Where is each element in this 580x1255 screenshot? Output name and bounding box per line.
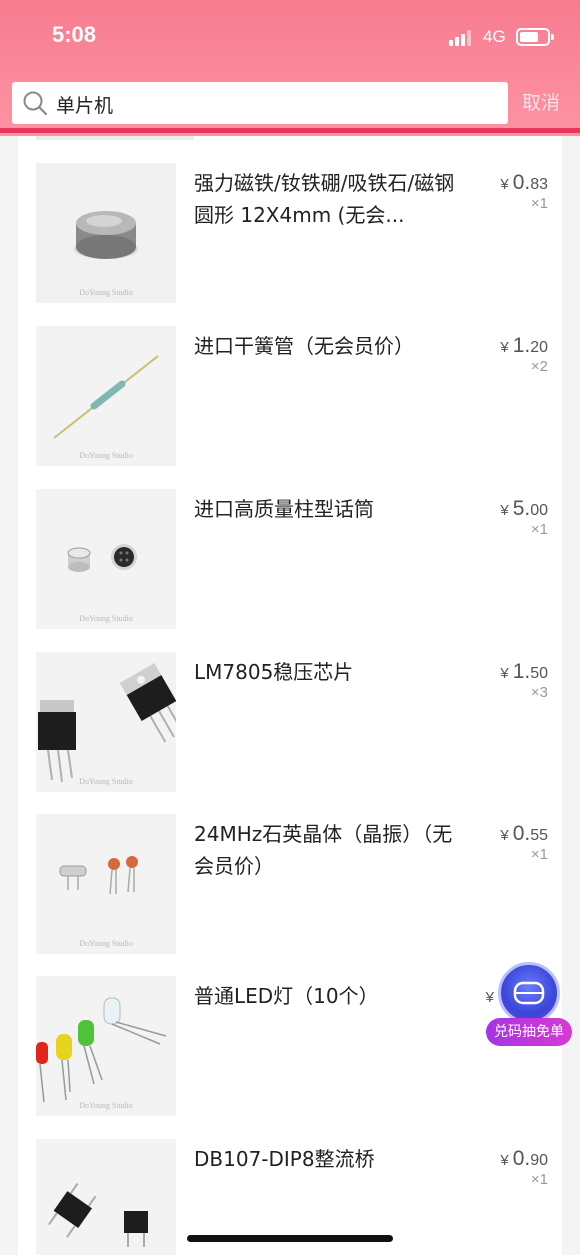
search-query: 单片机: [56, 95, 114, 117]
status-time: 5:08: [52, 22, 97, 47]
app-header: 5:08 4G 单片机 取消: [0, 0, 580, 136]
product-image-microphone: DoYoung Studio: [36, 489, 176, 629]
list-item[interactable]: DoYoung Studio 普通LED灯（10个） ¥: [18, 976, 562, 1116]
list-item[interactable]: DoYoung Studio LM7805稳压芯片 ¥1.50 ×3: [18, 652, 562, 792]
watermark: DoYoung Studio: [79, 939, 133, 948]
product-image-regulator: DoYoung Studio: [36, 652, 176, 792]
header-divider: [0, 128, 580, 133]
cancel-button[interactable]: 取消: [522, 88, 560, 115]
product-qty: ×1: [530, 1171, 548, 1188]
watermark: DoYoung Studio: [79, 614, 133, 623]
list-item[interactable]: DoYoung Studio 24MHz石英晶体（晶振）（无会员价） ¥0.55…: [18, 814, 562, 954]
product-title: 强力磁铁/钕铁硼/吸铁石/磁钢 圆形 12X4mm (无会...: [194, 171, 455, 227]
watermark: DoYoung Studio: [79, 1101, 133, 1110]
list-item[interactable]: DoYoung Studio 进口干簧管（无会员价） ¥1.20 ×2: [18, 326, 562, 466]
signal-icon: [449, 30, 473, 46]
product-title: 普通LED灯（10个）: [194, 984, 379, 1008]
product-title: 进口高质量柱型话筒: [194, 497, 374, 521]
product-price: ¥1.20: [500, 334, 548, 357]
product-price: ¥0.83: [500, 171, 548, 194]
product-image-reed-switch: DoYoung Studio: [36, 326, 176, 466]
product-price: ¥0.55: [500, 822, 548, 845]
product-title: DB107-DIP8整流桥: [194, 1147, 375, 1171]
list-item[interactable]: DoYoung Studio 进口高质量柱型话筒 ¥5.00 ×1: [18, 489, 562, 629]
product-price: ¥1.50: [500, 660, 548, 683]
product-qty: ×3: [530, 684, 548, 701]
product-list: DoYoung Studio 强力磁铁/钕铁硼/吸铁石/磁钢 圆形 12X4mm…: [18, 136, 562, 1255]
list-item[interactable]: DoYoung Studio 强力磁铁/钕铁硼/吸铁石/磁钢 圆形 12X4mm…: [18, 163, 562, 303]
status-bar: 5:08 4G: [0, 0, 580, 72]
product-qty: ×1: [530, 195, 548, 212]
promo-badge[interactable]: 兑码抽免单: [486, 962, 572, 1052]
search-icon: [23, 91, 48, 116]
product-price: ¥0.90: [500, 1147, 548, 1170]
product-title: LM7805稳压芯片: [194, 660, 354, 684]
watermark: DoYoung Studio: [79, 451, 133, 460]
product-qty: ×1: [530, 846, 548, 863]
product-title: 24MHz石英晶体（晶振）（无会员价）: [194, 822, 453, 878]
watermark: DoYoung Studio: [79, 288, 133, 297]
product-image-bridge: [36, 1139, 176, 1255]
promo-label: 兑码抽免单: [486, 1018, 572, 1046]
search-input[interactable]: 单片机: [12, 82, 508, 124]
gift-icon: [498, 962, 560, 1024]
product-image-crystal: DoYoung Studio: [36, 814, 176, 954]
network-type: 4G: [483, 27, 506, 46]
product-image-magnet: DoYoung Studio: [36, 163, 176, 303]
product-image-led: DoYoung Studio: [36, 976, 176, 1116]
product-price: ¥5.00: [500, 497, 548, 520]
watermark: DoYoung Studio: [79, 777, 133, 786]
product-qty: ×1: [530, 521, 548, 538]
product-title: 进口干簧管（无会员价）: [194, 334, 414, 358]
battery-icon: [516, 28, 554, 46]
product-qty: ×2: [530, 358, 548, 375]
list-top-edge: [36, 136, 194, 140]
home-indicator[interactable]: [187, 1235, 393, 1242]
